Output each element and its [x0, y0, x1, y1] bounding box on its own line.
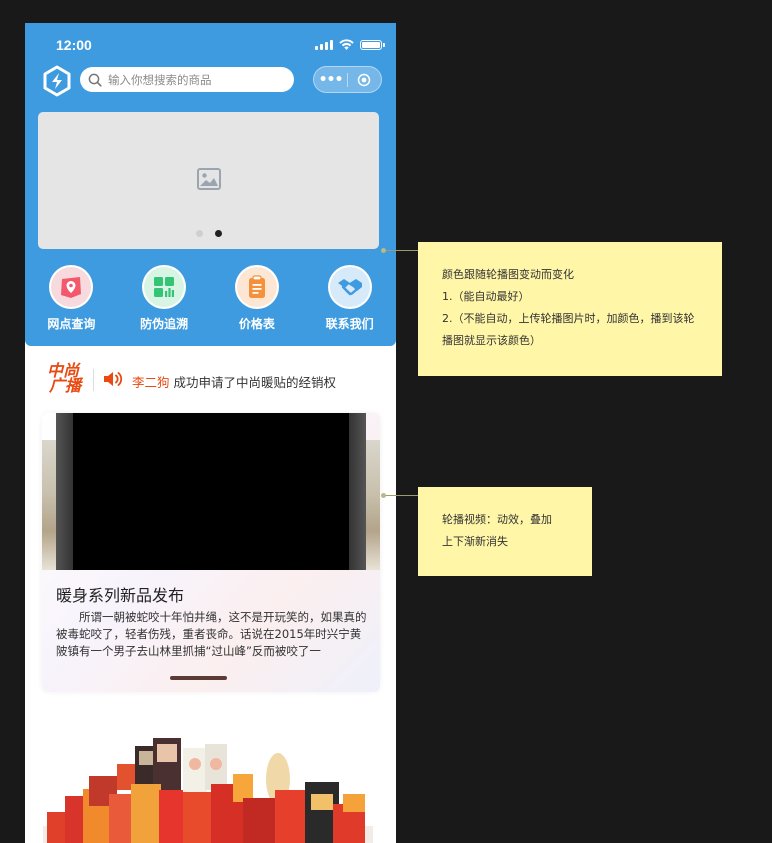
more-dots-icon[interactable]: •••: [314, 73, 347, 87]
app-logo[interactable]: [41, 65, 73, 97]
status-bar: 12:00: [25, 23, 396, 67]
carousel-dot-active[interactable]: [215, 230, 222, 237]
card-drag-handle[interactable]: [170, 676, 227, 680]
carousel-dot[interactable]: [196, 230, 203, 237]
nav-item-label: 价格表: [238, 317, 275, 331]
nav-item-label: 联系我们: [325, 317, 374, 331]
search-input[interactable]: [108, 72, 288, 87]
annotation-anchor-dot: [381, 493, 386, 498]
wifi-icon: [339, 39, 354, 50]
phone-screen: 12:00 输入你想搜索的商品 ••• 网点查询 防伪追溯 价格表 联系我们 中…: [25, 23, 396, 843]
card-body-text: 所谓一朝被蛇咬十年怕井绳，这不是开玩笑的，如果真的被毒蛇咬了，轻者伤残，重者丧命…: [56, 610, 367, 658]
broadcast-logo: 中尚 广播: [47, 363, 85, 397]
mini-program-capsule: •••: [313, 66, 382, 93]
nav-item-label: 防伪追溯: [140, 317, 189, 331]
nav-item-contact-us[interactable]: 联系我们: [303, 265, 396, 332]
card-title: 暖身系列新品发布: [56, 586, 185, 605]
annotation-note-banner-color: 颜色跟随轮播图变动而变化 1.（能自动最好） 2.（不能自动，上传轮播图片时，加…: [418, 242, 722, 376]
video-left-edge: [56, 413, 73, 570]
clipboard-icon: [248, 275, 265, 298]
product-showcase-image: [43, 738, 373, 843]
nav-item-anti-fake[interactable]: 防伪追溯: [118, 265, 211, 332]
status-time: 12:00: [56, 37, 92, 53]
broadcast-logo-line2: 广播: [49, 376, 82, 395]
target-icon: [358, 73, 371, 86]
annotation-note-video: 轮播视频：动效，叠加 上下渐新消失: [418, 487, 592, 576]
speaker-icon: [104, 372, 123, 386]
image-placeholder-icon: [197, 168, 221, 190]
note-line: 颜色跟随轮播图变动而变化: [442, 268, 574, 281]
news-ticker[interactable]: 中尚 广播 李二狗 成功申请了中尚暖贴的经销权: [25, 363, 396, 397]
nav-grid: 网点查询 防伪追溯 价格表 联系我们: [25, 265, 396, 332]
annotation-anchor-dot: [381, 248, 386, 253]
nav-item-label: 网点查询: [47, 317, 96, 331]
close-target-button[interactable]: [348, 73, 381, 87]
video-player[interactable]: [56, 413, 366, 570]
note-line: 1.（能自动最好）: [442, 290, 530, 303]
hero-header: 12:00 输入你想搜索的商品 ••• 网点查询 防伪追溯 价格表 联系我们: [25, 23, 396, 346]
handshake-icon: [337, 279, 362, 296]
search-bar[interactable]: [80, 67, 294, 92]
battery-icon: [360, 40, 385, 50]
news-divider: [93, 369, 94, 391]
carousel-dots: [196, 230, 222, 237]
grid-chart-icon: [154, 277, 175, 297]
nav-item-outlet-query[interactable]: 网点查询: [25, 265, 118, 332]
nav-item-price-list[interactable]: 价格表: [211, 265, 304, 332]
video-right-edge: [349, 413, 366, 570]
banner-carousel[interactable]: [38, 112, 379, 249]
signal-icon: [315, 40, 333, 50]
note-line: 轮播视频：动效，叠加: [442, 513, 552, 526]
news-message-text: 成功申请了中尚暖贴的经销权: [173, 375, 337, 390]
status-icons: [315, 39, 385, 50]
news-user-name: 李二狗: [132, 375, 170, 390]
search-icon: [88, 73, 102, 87]
video-carousel-card[interactable]: 暖身系列新品发布 所谓一朝被蛇咬十年怕井绳，这不是开玩笑的，如果真的被毒蛇咬了，…: [42, 413, 380, 692]
news-message: 李二狗 成功申请了中尚暖贴的经销权: [132, 372, 336, 391]
note-line: 2.（不能自动，上传轮播图片时，加颜色，播到该轮播图就显示该颜色）: [442, 312, 695, 347]
note-line: 上下渐新消失: [442, 535, 508, 548]
map-pin-icon: [61, 277, 82, 298]
